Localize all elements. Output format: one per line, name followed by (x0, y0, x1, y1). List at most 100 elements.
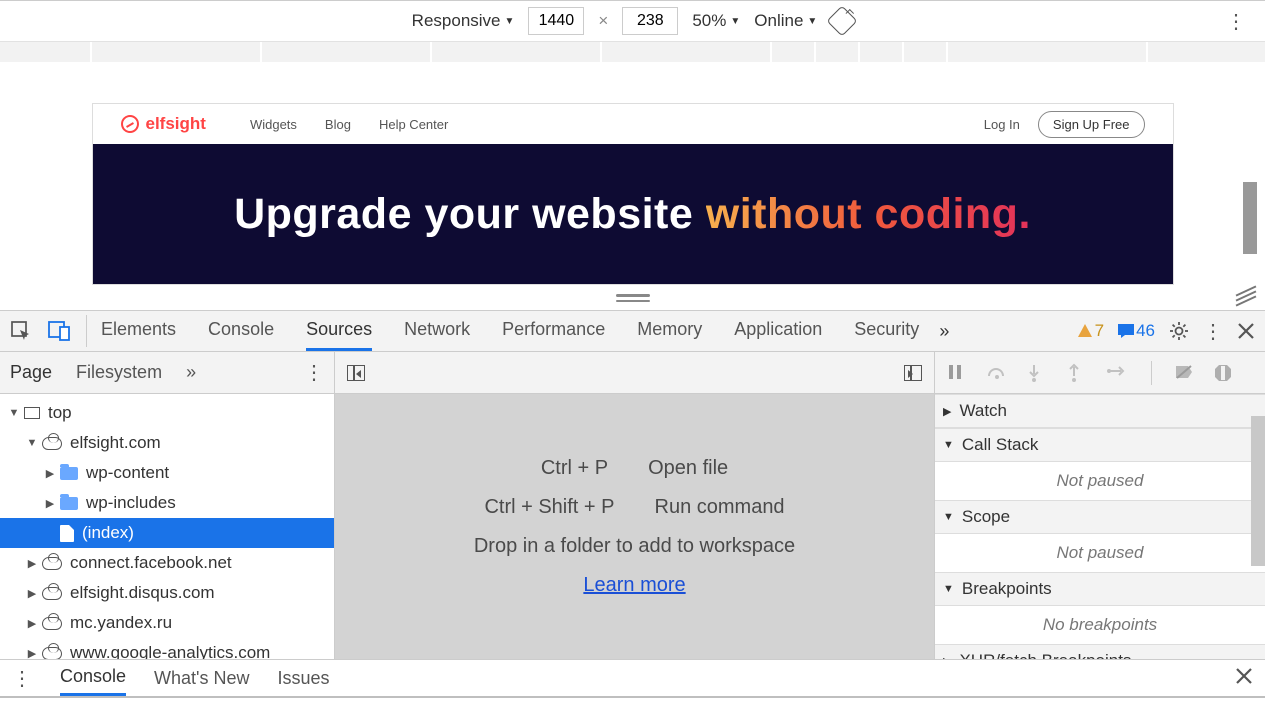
debugger-pane: ▶Watch ▼Call Stack Not paused ▼Scope Not… (935, 352, 1265, 659)
site-frame[interactable]: elfsight Widgets Blog Help Center Log In… (93, 104, 1173, 284)
brand-logo[interactable]: elfsight (121, 114, 206, 134)
tree-file-selected[interactable]: (index) (0, 518, 334, 548)
drawer-tab-whatsnew[interactable]: What's New (154, 668, 249, 689)
tree-domain[interactable]: ▶www.google-analytics.com (0, 638, 334, 659)
brand-text: elfsight (146, 114, 206, 134)
tree-domain[interactable]: ▶elfsight.disqus.com (0, 578, 334, 608)
cloud-icon (42, 617, 62, 630)
preview-scrollbar[interactable] (1243, 182, 1257, 254)
device-toolbar: Responsive ▼ × 50% ▼ Online ▼ ⋮ (0, 0, 1265, 42)
close-icon[interactable] (1237, 322, 1255, 340)
resize-handle-icon[interactable] (1235, 290, 1257, 302)
device-label: Responsive (412, 11, 501, 31)
tree-top[interactable]: ▼top (0, 398, 334, 428)
pause-icon[interactable] (947, 364, 965, 382)
more-tabs-icon[interactable]: » (186, 362, 196, 383)
shortcut-key: Ctrl + Shift + P (484, 496, 614, 519)
drag-handle-icon[interactable] (616, 294, 650, 302)
hero-headline: Upgrade your website without coding. (234, 190, 1031, 239)
scrollbar[interactable] (1251, 416, 1265, 566)
shortcut-key: Ctrl + P (541, 457, 608, 480)
zoom-dropdown[interactable]: 50% ▼ (692, 11, 740, 31)
collapse-right-icon[interactable] (904, 365, 922, 381)
scope-msg: Not paused (935, 534, 1265, 572)
hero-text-white: Upgrade your website (234, 190, 706, 238)
tree-domain[interactable]: ▼elfsight.com (0, 428, 334, 458)
nav-link[interactable]: Widgets (250, 117, 297, 132)
shortcut-label: Run command (655, 496, 785, 519)
msg-count: 46 (1136, 321, 1155, 341)
section-watch[interactable]: ▶Watch (935, 394, 1265, 428)
login-link[interactable]: Log In (984, 117, 1020, 132)
warn-count: 7 (1095, 321, 1104, 341)
kebab-menu-icon[interactable]: ⋮ (1203, 319, 1223, 344)
drawer-tabbar: ⋮ Console What's New Issues (0, 660, 1265, 698)
throttle-dropdown[interactable]: Online ▼ (754, 11, 817, 31)
folder-icon (60, 497, 78, 510)
section-callstack[interactable]: ▼Call Stack (935, 428, 1265, 462)
step-over-icon[interactable] (987, 364, 1005, 382)
device-dropdown[interactable]: Responsive ▼ (412, 11, 515, 31)
navigator-tabs: Page Filesystem » ⋮ (0, 352, 334, 394)
deactivate-bp-icon[interactable] (1174, 364, 1192, 382)
chevron-down-icon: ▼ (807, 16, 817, 27)
tree-domain[interactable]: ▶connect.facebook.net (0, 548, 334, 578)
tab-network[interactable]: Network (404, 311, 470, 351)
section-breakpoints[interactable]: ▼Breakpoints (935, 572, 1265, 606)
more-tabs-icon[interactable]: » (939, 321, 949, 342)
tree-folder[interactable]: ▶wp-content (0, 458, 334, 488)
tab-memory[interactable]: Memory (637, 311, 702, 351)
signup-button[interactable]: Sign Up Free (1038, 111, 1145, 138)
cloud-icon (42, 587, 62, 600)
dimension-x: × (598, 11, 608, 31)
tab-filesystem[interactable]: Filesystem (76, 362, 162, 383)
hero-section: Upgrade your website without coding. (93, 144, 1173, 284)
tab-elements[interactable]: Elements (101, 311, 176, 351)
pause-exceptions-icon[interactable] (1214, 364, 1232, 382)
section-scope[interactable]: ▼Scope (935, 500, 1265, 534)
inspect-icon[interactable] (10, 320, 32, 342)
learn-more-link[interactable]: Learn more (583, 574, 685, 597)
step-icon[interactable] (1107, 364, 1125, 382)
devtools-tab-list: Elements Console Sources Network Perform… (101, 311, 919, 351)
rotate-icon[interactable] (827, 5, 858, 36)
drawer-tab-console[interactable]: Console (60, 660, 126, 696)
navigator-pane: Page Filesystem » ⋮ ▼top ▼elfsight.com ▶… (0, 352, 335, 659)
tab-page[interactable]: Page (10, 362, 52, 383)
chevron-down-icon: ▼ (730, 16, 740, 27)
tree-folder[interactable]: ▶wp-includes (0, 488, 334, 518)
cloud-icon (42, 557, 62, 570)
warnings-badge[interactable]: 7 (1077, 321, 1104, 341)
callstack-msg: Not paused (935, 462, 1265, 500)
section-xhr[interactable]: ▶XHR/fetch Breakpoints (935, 644, 1265, 659)
tab-sources[interactable]: Sources (306, 311, 372, 351)
tab-security[interactable]: Security (854, 311, 919, 351)
preview-viewport: elfsight Widgets Blog Help Center Log In… (0, 62, 1265, 310)
kebab-menu-icon[interactable]: ⋮ (12, 666, 32, 691)
device-toggle-icon[interactable] (48, 321, 72, 341)
kebab-menu-icon[interactable]: ⋮ (304, 360, 324, 385)
width-input[interactable] (528, 7, 584, 35)
tab-console[interactable]: Console (208, 311, 274, 351)
debug-toolbar (935, 352, 1265, 394)
sources-panel: Page Filesystem » ⋮ ▼top ▼elfsight.com ▶… (0, 352, 1265, 660)
collapse-left-icon[interactable] (347, 365, 365, 381)
gear-icon[interactable] (1169, 321, 1189, 341)
close-icon[interactable] (1235, 667, 1253, 690)
tab-performance[interactable]: Performance (502, 311, 605, 351)
drawer-tab-issues[interactable]: Issues (278, 668, 330, 689)
breakpoints-msg: No breakpoints (935, 606, 1265, 644)
step-out-icon[interactable] (1067, 364, 1085, 382)
editor-pane: Ctrl + P Open file Ctrl + Shift + P Run … (335, 352, 935, 659)
more-menu-icon[interactable]: ⋮ (1226, 9, 1245, 34)
cloud-icon (42, 647, 62, 660)
height-input[interactable] (622, 7, 678, 35)
nav-link[interactable]: Help Center (379, 117, 448, 132)
messages-badge[interactable]: 46 (1118, 321, 1155, 341)
nav-link[interactable]: Blog (325, 117, 351, 132)
step-into-icon[interactable] (1027, 364, 1045, 382)
shortcut-label: Open file (648, 457, 728, 480)
tree-domain[interactable]: ▶mc.yandex.ru (0, 608, 334, 638)
tab-application[interactable]: Application (734, 311, 822, 351)
brand-icon (121, 115, 139, 133)
